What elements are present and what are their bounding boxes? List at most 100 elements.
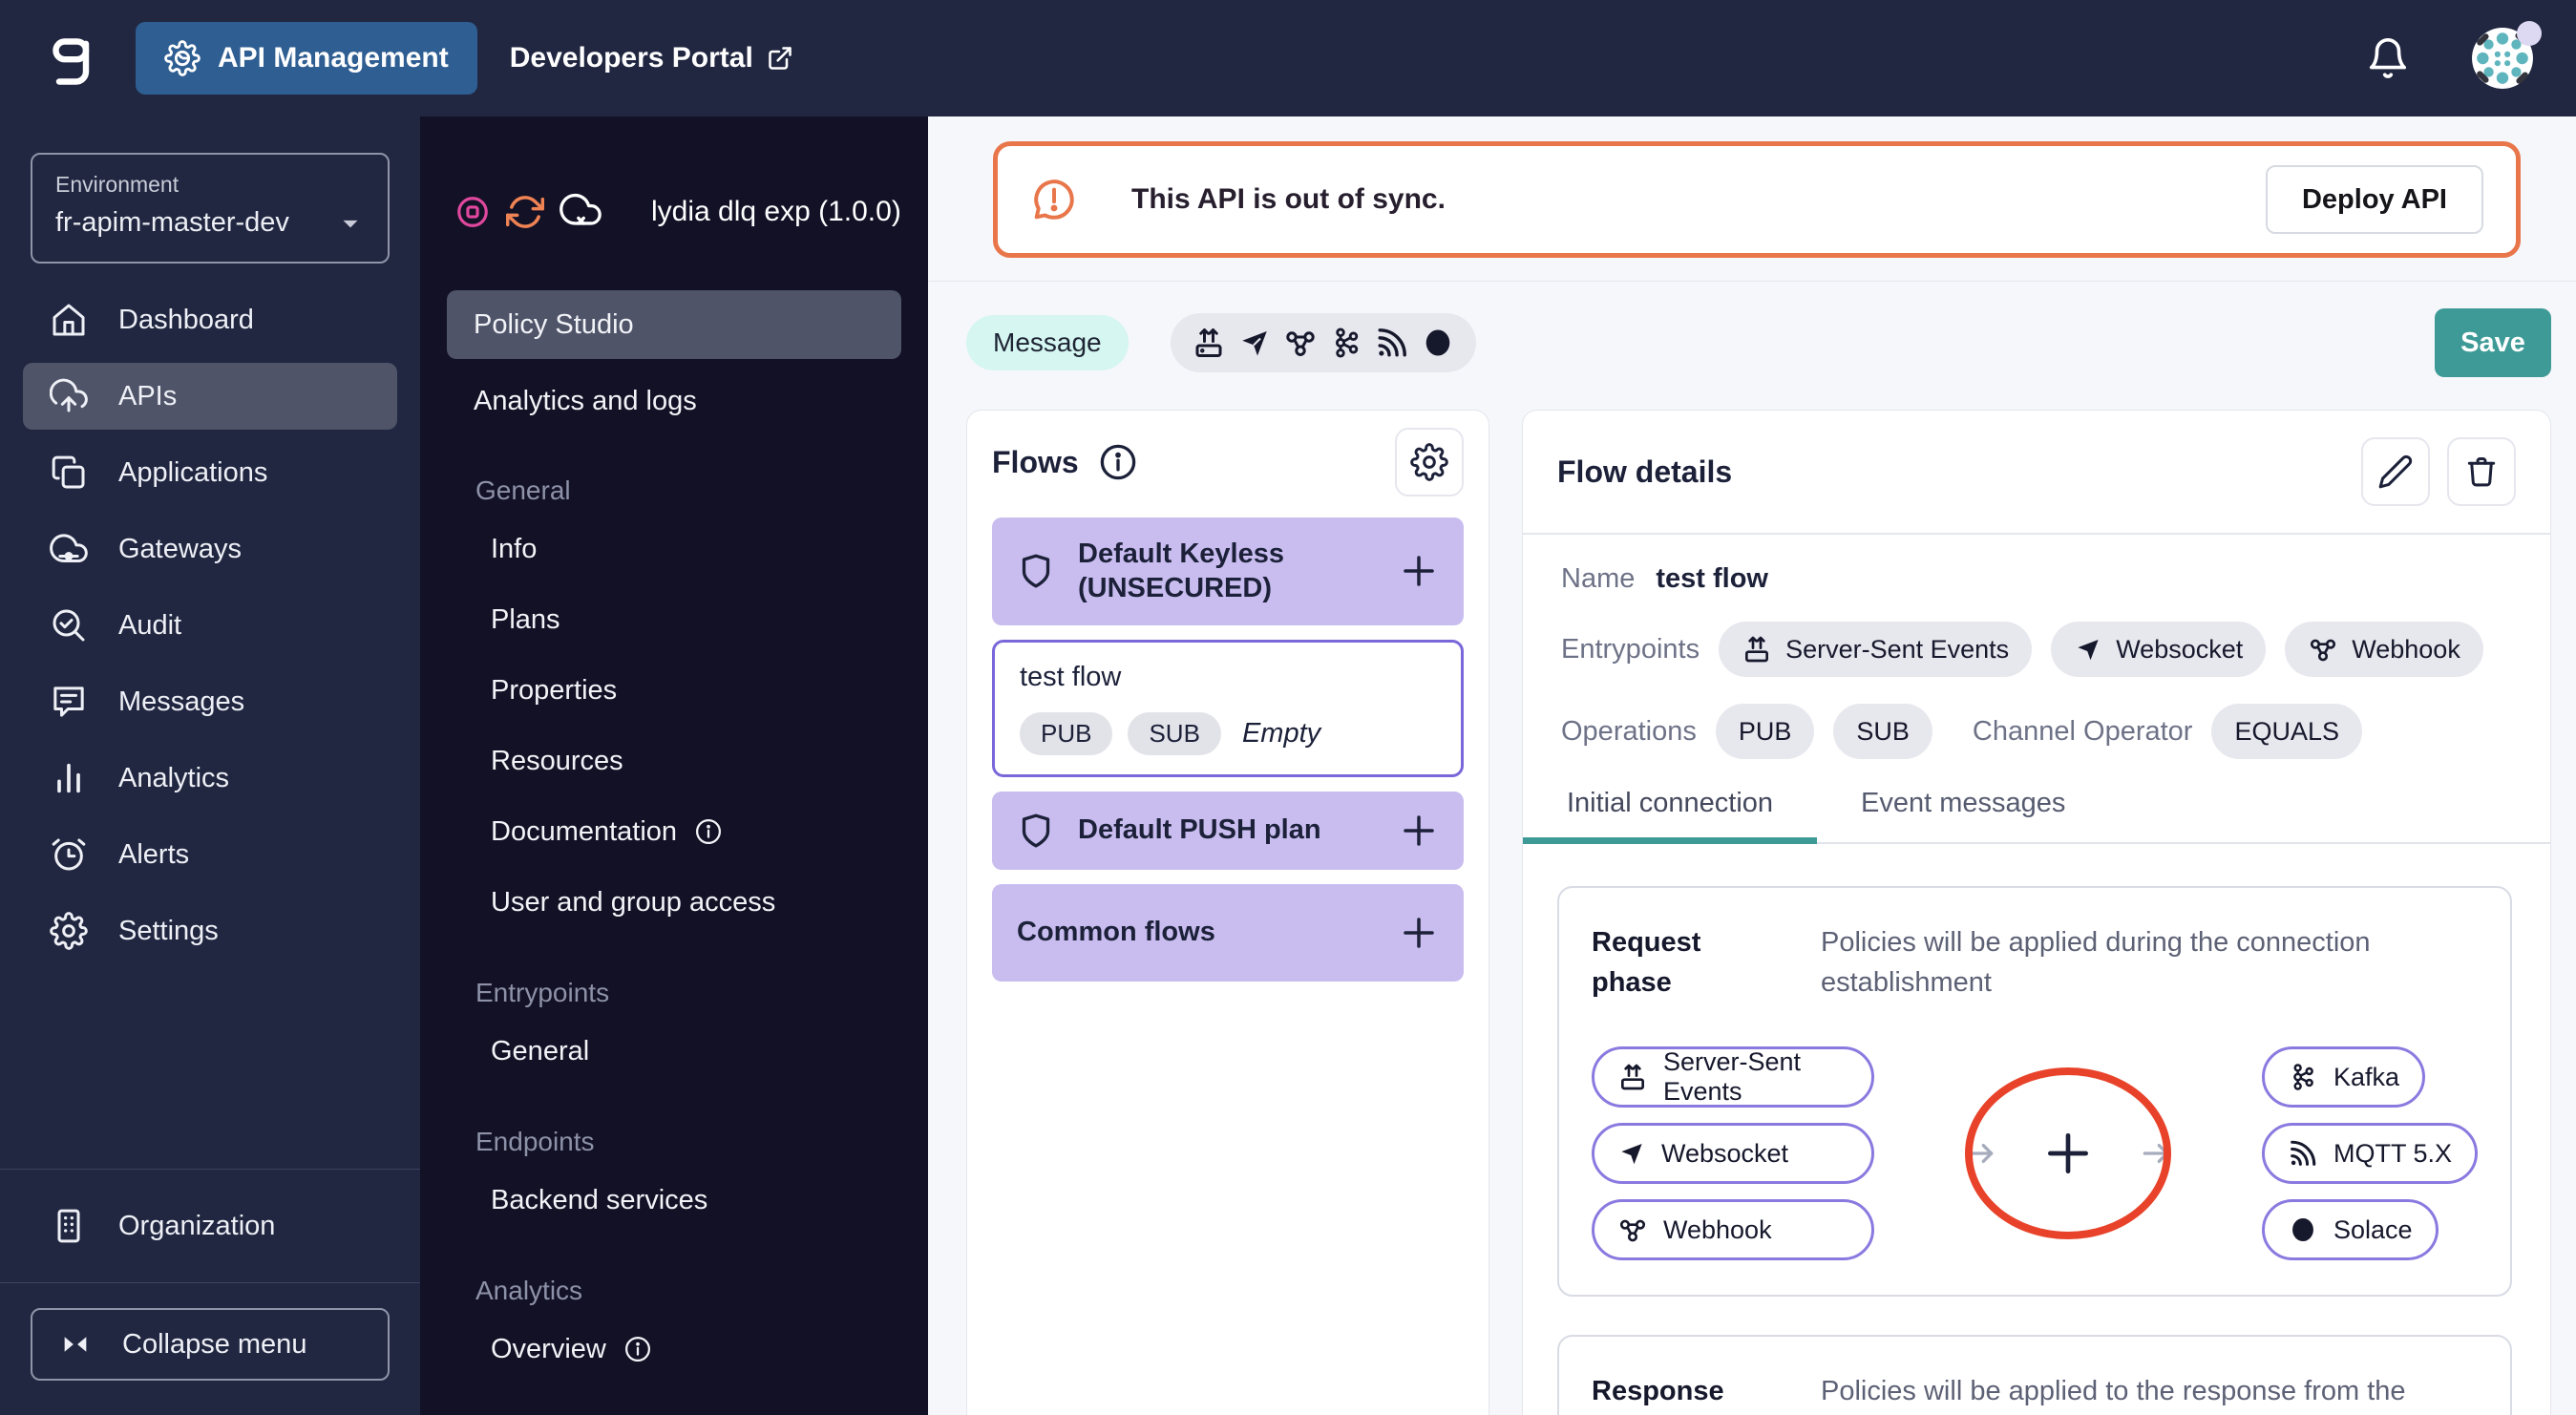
- audit-search-icon: [50, 606, 88, 644]
- gear-icon: [1410, 443, 1448, 481]
- sidebar-item-organization[interactable]: Organization: [23, 1170, 397, 1282]
- sidebar-item-settings[interactable]: Settings: [23, 898, 397, 964]
- add-flow-plus-icon[interactable]: [1399, 913, 1439, 953]
- api-menu-documentation[interactable]: Documentation: [420, 796, 928, 867]
- gravitee-logo[interactable]: [42, 28, 103, 89]
- request-phase-description: Policies will be applied during the conn…: [1821, 922, 2451, 1003]
- arrow-right-icon: [1961, 1134, 1999, 1172]
- collapse-menu-button[interactable]: Collapse menu: [31, 1308, 390, 1381]
- sub-badge: SUB: [1128, 712, 1220, 755]
- flow-details-tabs: Initial connection Event messages: [1523, 788, 2550, 844]
- flow-details-title: Flow details: [1557, 454, 2344, 490]
- tab-event-messages[interactable]: Event messages: [1817, 788, 2109, 842]
- api-stopped-icon: [454, 194, 491, 230]
- info-icon: [694, 817, 723, 846]
- sidebar-item-gateways[interactable]: Gateways: [23, 516, 397, 582]
- request-endpoint-solace[interactable]: Solace: [2262, 1199, 2439, 1260]
- sidebar-item-alerts[interactable]: Alerts: [23, 821, 397, 888]
- api-menu-resources[interactable]: Resources: [420, 726, 928, 796]
- kafka-icon: [2288, 1062, 2318, 1092]
- shield-icon: [1017, 552, 1055, 590]
- request-entrypoint-sse[interactable]: Server-Sent Events: [1592, 1046, 1874, 1108]
- flows-settings-button[interactable]: [1395, 428, 1464, 496]
- main-divider: [928, 281, 2576, 282]
- trash-icon: [2463, 454, 2500, 490]
- api-menu-label: Analytics and logs: [474, 386, 697, 417]
- pub-badge: PUB: [1020, 712, 1112, 755]
- solace-icon: [1421, 326, 1455, 360]
- api-menu-user-group-access[interactable]: User and group access: [420, 867, 928, 938]
- response-phase-box: Response Policies will be applied to the…: [1557, 1335, 2512, 1415]
- user-avatar[interactable]: [2471, 27, 2534, 90]
- sidebar-item-analytics[interactable]: Analytics: [23, 745, 397, 812]
- bar-chart-icon: [50, 759, 88, 797]
- websocket-icon: [1237, 326, 1272, 360]
- api-menu-plans[interactable]: Plans: [420, 584, 928, 655]
- message-bubble-icon: [50, 683, 88, 721]
- flows-panel: Flows Default Keyless (UNSECURED) test f…: [966, 410, 1489, 1415]
- main-content: This API is out of sync. Deploy API Mess…: [928, 116, 2576, 1415]
- empty-label: Empty: [1242, 718, 1320, 750]
- api-management-nav-button[interactable]: API Management: [136, 22, 477, 95]
- sidebar-item-messages[interactable]: Messages: [23, 668, 397, 735]
- sidebar-item-label: Audit: [118, 610, 181, 642]
- add-flow-plus-icon[interactable]: [1399, 551, 1439, 591]
- response-phase-description: Policies will be applied to the response…: [1821, 1371, 2451, 1415]
- operations-label: Operations: [1561, 716, 1697, 748]
- sidebar-item-applications[interactable]: Applications: [23, 439, 397, 506]
- api-sidebar: lydia dlq exp (1.0.0) Policy Studio Anal…: [420, 116, 928, 1415]
- sidebar-item-audit[interactable]: Audit: [23, 592, 397, 659]
- operation-chip-pub: PUB: [1716, 704, 1815, 759]
- edit-flow-button[interactable]: [2361, 437, 2430, 506]
- gear-icon: [50, 912, 88, 950]
- solace-icon: [2288, 1214, 2318, 1245]
- shield-icon: [1017, 812, 1055, 850]
- delete-flow-button[interactable]: [2447, 437, 2516, 506]
- add-flow-plus-icon[interactable]: [1399, 811, 1439, 851]
- channel-operator-label: Channel Operator: [1973, 716, 2193, 748]
- deploy-api-button[interactable]: Deploy API: [2266, 165, 2483, 234]
- request-endpoint-kafka[interactable]: Kafka: [2262, 1046, 2425, 1108]
- request-endpoint-mqtt[interactable]: MQTT 5.X: [2262, 1123, 2478, 1184]
- api-menu-policy-studio[interactable]: Policy Studio: [447, 290, 901, 359]
- sidebar-divider: [0, 1282, 420, 1283]
- name-label: Name: [1561, 563, 1635, 595]
- warning-bubble-icon: [1030, 176, 1078, 223]
- collapse-arrows-icon: [59, 1328, 92, 1361]
- api-menu-entrypoints-general[interactable]: General: [420, 1016, 928, 1087]
- flow-plan-default-push[interactable]: Default PUSH plan: [992, 792, 1464, 870]
- gateway-cloud-icon: [50, 530, 88, 568]
- flow-plan-default-keyless[interactable]: Default Keyless (UNSECURED): [992, 517, 1464, 625]
- request-entrypoint-webhook[interactable]: Webhook: [1592, 1199, 1874, 1260]
- organization-label: Organization: [118, 1211, 275, 1242]
- developers-portal-link[interactable]: Developers Portal: [510, 42, 793, 74]
- api-management-label: API Management: [218, 42, 449, 74]
- sidebar-item-dashboard[interactable]: Dashboard: [23, 286, 397, 353]
- save-button[interactable]: Save: [2435, 308, 2551, 377]
- api-menu-backend-services[interactable]: Backend services: [420, 1165, 928, 1235]
- environment-value: fr-apim-master-dev: [55, 207, 336, 239]
- gravitee-g-icon: [46, 32, 99, 85]
- notifications-bell-button[interactable]: [2366, 36, 2410, 80]
- request-entrypoint-websocket[interactable]: Websocket: [1592, 1123, 1874, 1184]
- avatar-status-dot: [2517, 21, 2542, 46]
- entrypoint-icons-group: [1171, 313, 1476, 372]
- api-menu-overview[interactable]: Overview: [420, 1314, 928, 1384]
- add-policy-plus-icon[interactable]: [2041, 1127, 2095, 1180]
- plan-label: Default Keyless (UNSECURED): [1078, 537, 1376, 606]
- info-icon[interactable]: [1098, 442, 1138, 482]
- api-menu-info[interactable]: Info: [420, 514, 928, 584]
- api-menu-analytics-and-logs[interactable]: Analytics and logs: [447, 367, 901, 435]
- bell-icon: [2366, 36, 2410, 80]
- websocket-icon: [1617, 1139, 1646, 1168]
- sidebar-item-apis[interactable]: APIs: [23, 363, 397, 430]
- api-menu-label: Policy Studio: [474, 309, 634, 341]
- common-flows-label: Common flows: [1017, 915, 1376, 949]
- environment-selector[interactable]: Environment fr-apim-master-dev: [31, 153, 390, 264]
- flow-item-test-flow[interactable]: test flow PUB SUB Empty: [992, 640, 1464, 777]
- api-menu-properties[interactable]: Properties: [420, 655, 928, 726]
- flow-name: test flow: [1020, 662, 1436, 693]
- flow-group-common-flows[interactable]: Common flows: [992, 884, 1464, 982]
- main-sidebar: Environment fr-apim-master-dev Dashboard…: [0, 116, 420, 1415]
- tab-initial-connection[interactable]: Initial connection: [1523, 788, 1817, 842]
